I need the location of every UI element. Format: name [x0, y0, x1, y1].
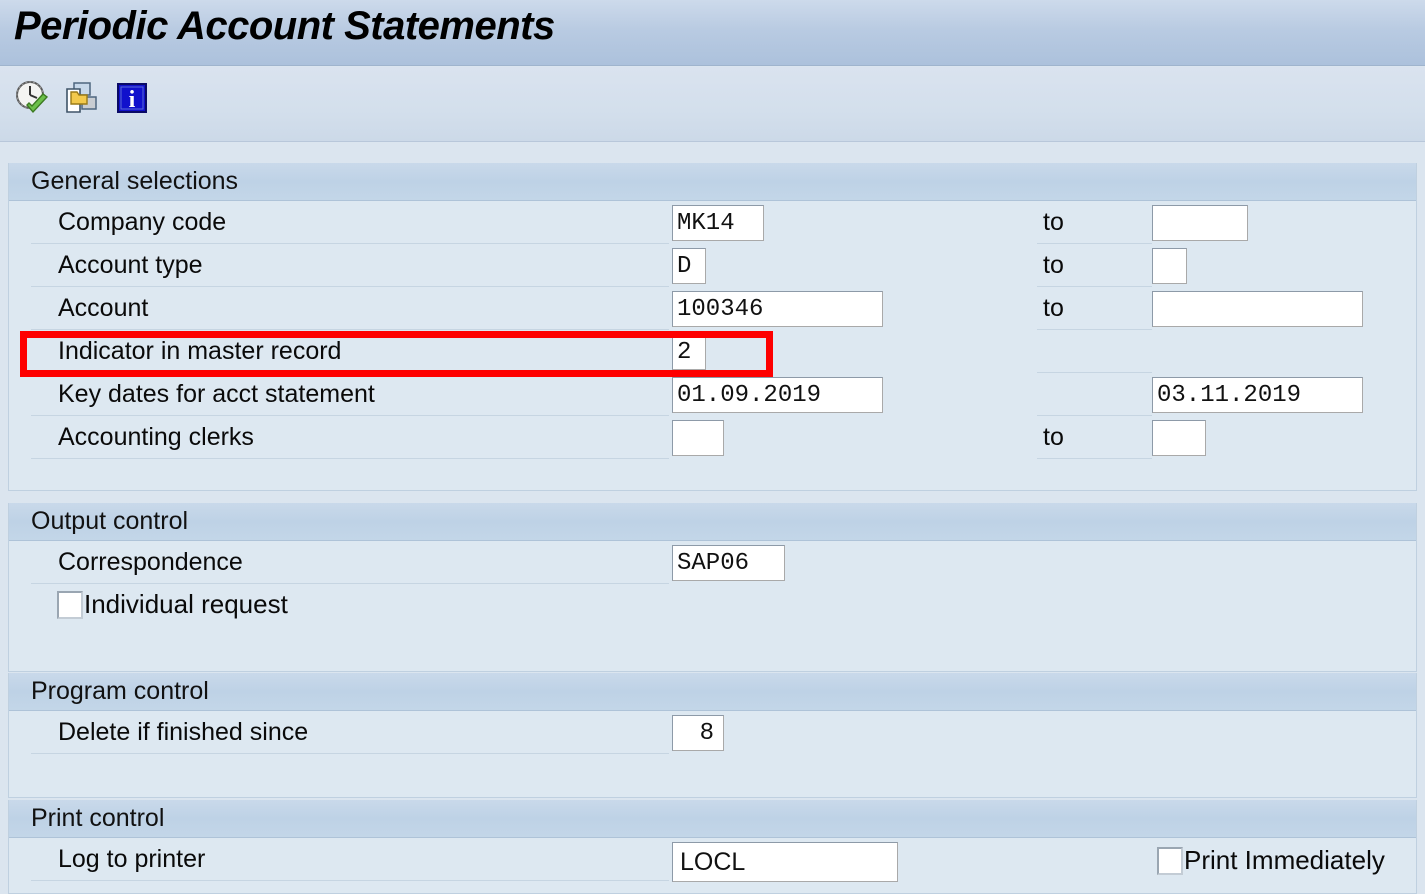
multiple-selection-icon	[62, 78, 102, 123]
field-row-company-code: Company code MK14 to	[9, 201, 1416, 244]
multiple-selection-button[interactable]	[60, 78, 104, 122]
checkbox-label: Individual request	[84, 589, 288, 619]
checkbox-box-icon[interactable]	[1157, 846, 1183, 875]
window-title-bar: Periodic Account Statements	[0, 0, 1425, 66]
svg-text:i: i	[129, 87, 136, 113]
field-label: Account	[58, 293, 149, 322]
to-label: to	[1043, 207, 1064, 236]
field-label: Delete if finished since	[58, 717, 309, 746]
field-label: Log to printer	[58, 844, 206, 873]
label-cell: Correspondence	[31, 541, 669, 584]
section-body-general-selections: Company code MK14 to Account type D to A…	[9, 201, 1416, 490]
label-cell: Account type	[31, 244, 669, 287]
field-row-key-dates: Key dates for acct statement 01.09.2019 …	[9, 373, 1416, 416]
checkbox-label: Print Immediately	[1184, 845, 1385, 875]
application-toolbar: i	[0, 67, 1425, 142]
section-title: Program control	[31, 677, 209, 705]
section-output-control: Output control Correspondence SAP06 Indi…	[8, 503, 1417, 672]
label-cell: Key dates for acct statement	[31, 373, 669, 416]
label-cell: Company code	[31, 201, 669, 244]
information-button[interactable]: i	[110, 78, 154, 122]
checkbox-box-icon[interactable]	[57, 590, 83, 619]
input-account-from[interactable]: 100346	[672, 291, 883, 327]
section-program-control: Program control Delete if finished since…	[8, 673, 1417, 798]
section-title: Print control	[31, 804, 165, 832]
input-company-code-to[interactable]	[1152, 205, 1248, 241]
checkbox-print-immediately[interactable]: Print Immediately	[1157, 845, 1385, 876]
execute-button[interactable]	[10, 78, 54, 122]
section-header-program-control: Program control	[9, 673, 1416, 711]
input-key-date-from[interactable]: 01.09.2019	[672, 377, 883, 413]
checkbox-individual-request[interactable]: Individual request	[57, 589, 288, 620]
section-header-print-control: Print control	[9, 800, 1416, 838]
section-title: Output control	[31, 507, 189, 535]
section-general-selections: General selections Company code MK14 to …	[8, 163, 1417, 491]
label-cell: Account	[31, 287, 669, 330]
to-label: to	[1043, 250, 1064, 279]
to-cell: to	[1037, 244, 1152, 287]
input-account-to[interactable]	[1152, 291, 1363, 327]
field-row-account-type: Account type D to	[9, 244, 1416, 287]
input-accounting-clerks-from[interactable]	[672, 420, 724, 456]
field-label: Correspondence	[58, 547, 243, 576]
input-indicator-in-master-record[interactable]: 2	[672, 334, 706, 370]
to-label: to	[1043, 293, 1064, 322]
section-header-general-selections: General selections	[9, 163, 1416, 201]
label-cell: Indicator in master record	[31, 330, 669, 373]
section-title: General selections	[31, 167, 239, 195]
field-label: Key dates for acct statement	[58, 379, 375, 408]
field-row-correspondence: Correspondence SAP06	[9, 541, 1416, 584]
field-label: Indicator in master record	[58, 336, 342, 365]
input-delete-if-finished-since[interactable]: 8	[672, 715, 724, 751]
to-label: to	[1043, 422, 1064, 451]
label-cell: Log to printer	[31, 838, 669, 881]
input-accounting-clerks-to[interactable]	[1152, 420, 1206, 456]
field-row-indicator-in-master-record: Indicator in master record 2	[9, 330, 1416, 373]
information-icon: i	[112, 78, 152, 123]
input-company-code-from[interactable]: MK14	[672, 205, 764, 241]
section-print-control: Print control Log to printer LOCL Print …	[8, 800, 1417, 894]
section-body-print-control: Log to printer LOCL Print Immediately	[9, 838, 1416, 893]
input-correspondence[interactable]: SAP06	[672, 545, 785, 581]
field-row-account: Account 100346 to	[9, 287, 1416, 330]
to-cell: to	[1037, 201, 1152, 244]
label-cell: Delete if finished since	[31, 711, 669, 754]
to-cell: to	[1037, 416, 1152, 459]
page-title: Periodic Account Statements	[14, 4, 555, 48]
section-body-output-control: Correspondence SAP06 Individual request	[9, 541, 1416, 671]
input-account-type-to[interactable]	[1152, 248, 1187, 284]
to-cell: to	[1037, 287, 1152, 330]
execute-icon	[12, 78, 52, 123]
label-cell: Accounting clerks	[31, 416, 669, 459]
input-key-date-to[interactable]: 03.11.2019	[1152, 377, 1363, 413]
field-row-delete-if-finished-since: Delete if finished since 8	[9, 711, 1416, 754]
input-log-to-printer[interactable]: LOCL	[672, 842, 898, 882]
field-row-accounting-clerks: Accounting clerks to	[9, 416, 1416, 459]
field-label: Accounting clerks	[58, 422, 254, 451]
to-cell	[1037, 330, 1152, 373]
input-account-type-from[interactable]: D	[672, 248, 706, 284]
field-label: Company code	[58, 207, 227, 236]
to-cell	[1037, 373, 1152, 416]
section-header-output-control: Output control	[9, 503, 1416, 541]
field-label: Account type	[58, 250, 203, 279]
section-body-program-control: Delete if finished since 8	[9, 711, 1416, 797]
